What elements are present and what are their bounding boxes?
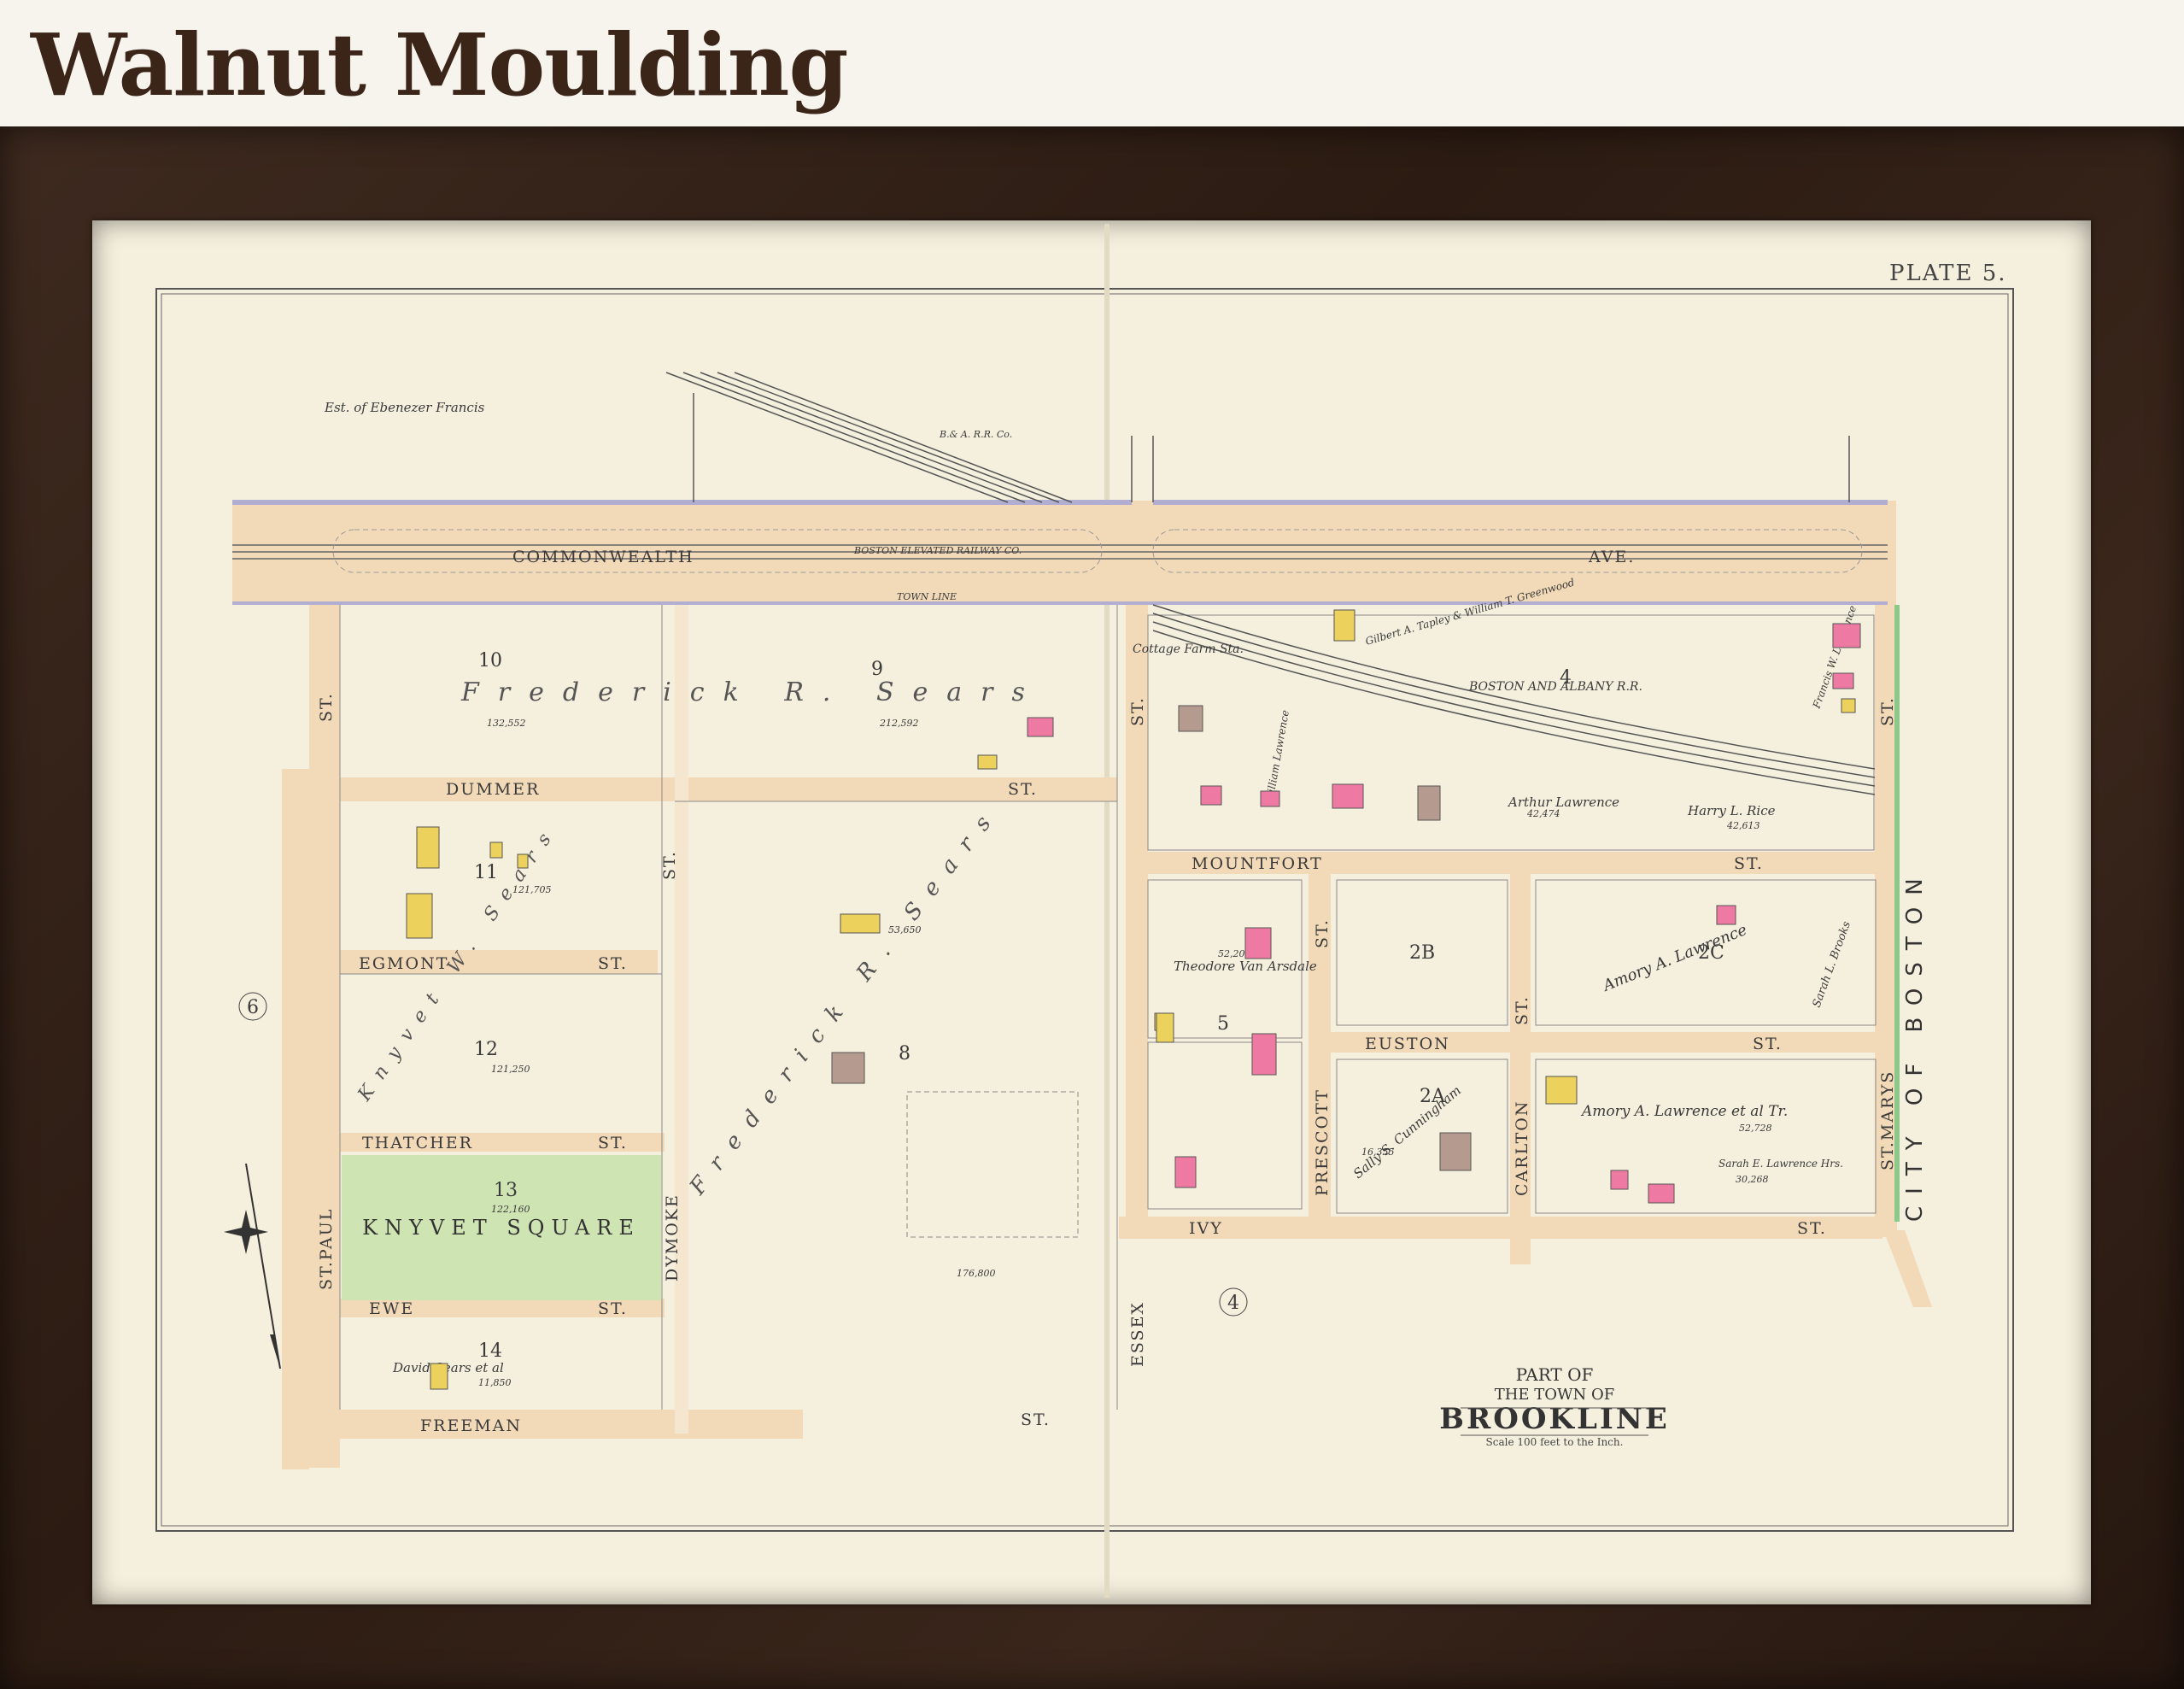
city-of-boston-label: CITY OF BOSTON [1902, 866, 1928, 1222]
owner-francis-lawrence: Francis W. Lawrence [1810, 604, 1859, 711]
dymoke-road [675, 605, 688, 1434]
railroad-tracks-top [665, 372, 1850, 503]
svg-text:14: 14 [478, 1340, 502, 1362]
svg-text:12: 12 [474, 1039, 498, 1060]
brookline-map: COMMONWEALTH AVE. BOSTON ELEVATED RAILWA… [155, 224, 2014, 1598]
svg-text:6: 6 [247, 997, 259, 1018]
st-marys-label: ST.MARYS [1878, 1070, 1897, 1170]
svg-text:10: 10 [478, 650, 502, 671]
svg-text:16,355: 16,355 [1361, 1147, 1395, 1158]
ivy-label: IVY [1189, 1219, 1223, 1238]
svg-text:4: 4 [1560, 667, 1572, 689]
ivy-road [1119, 1217, 1882, 1239]
dymoke-label: DYMOKE [663, 1193, 682, 1281]
svg-text:212,592: 212,592 [879, 718, 919, 729]
svg-text:8: 8 [899, 1043, 910, 1064]
svg-text:176,800: 176,800 [957, 1268, 996, 1279]
svg-text:ST.: ST. [1753, 1035, 1783, 1053]
svg-text:ST.: ST. [1313, 918, 1332, 948]
owner-william-lawrence: William Lawrence [1263, 709, 1291, 803]
owner-sarah-brooks: Sarah L. Brooks [1811, 919, 1853, 1009]
svg-text:121,705: 121,705 [512, 884, 552, 895]
svg-text:ST.: ST. [1734, 854, 1764, 873]
commonwealth-ave-road [232, 501, 1896, 605]
svg-text:PART OF: PART OF [1516, 1364, 1594, 1385]
ave-label: AVE. [1588, 548, 1635, 566]
svg-text:ST.: ST. [317, 692, 336, 722]
mountfort-label: MOUNTFORT [1192, 854, 1323, 873]
svg-text:5: 5 [1217, 1013, 1229, 1035]
svg-text:ST.: ST. [598, 954, 628, 973]
owner-arthur: Arthur Lawrence [1507, 795, 1619, 810]
svg-text:42,474: 42,474 [1526, 808, 1560, 819]
essex-label: ESSEX [1128, 1301, 1147, 1367]
svg-text:122,160: 122,160 [491, 1204, 530, 1215]
svg-text:53,650: 53,650 [888, 924, 922, 935]
freeman-label: FREEMAN [420, 1416, 522, 1435]
owner-ba-rr: B.& A. R.R. Co. [939, 429, 1012, 440]
svg-text:ST.: ST. [1878, 696, 1897, 726]
svg-text:Scale 100 feet to the Inch.: Scale 100 feet to the Inch. [1486, 1436, 1624, 1448]
boston-albany-railroad [1152, 604, 1876, 795]
svg-text:121,250: 121,250 [491, 1064, 530, 1075]
svg-text:ST.: ST. [1008, 780, 1038, 799]
svg-text:ST.: ST. [660, 850, 679, 880]
cottage-farm-label: Cottage Farm Sta. [1133, 642, 1244, 656]
svg-text:13: 13 [494, 1180, 518, 1201]
carlton-road [1510, 863, 1531, 1264]
svg-text:Frederick R. Sears: Frederick R. Sears [684, 799, 1005, 1200]
title-cartouche: PART OF THE TOWN OF BROOKLINE Scale 100 … [1439, 1364, 1670, 1448]
svg-text:2B: 2B [1409, 942, 1435, 964]
prescott-label: PRESCOTT [1313, 1088, 1332, 1196]
owner-theodore: Theodore Van Arsdale [1174, 959, 1317, 974]
boston-albany-label: BOSTON AND ALBANY R.R. [1468, 680, 1642, 694]
svg-text:ST.: ST. [598, 1299, 628, 1318]
owner-amory: Amory A. Lawrence et al Tr. [1580, 1103, 1788, 1120]
owner-sarah: Sarah E. Lawrence Hrs. [1719, 1158, 1843, 1170]
owner-frederick-sears: Frederick R. Sears [460, 677, 1044, 707]
ewe-label: EWE [369, 1299, 414, 1318]
st-paul-road [309, 605, 340, 1468]
svg-text:52,728: 52,728 [1739, 1123, 1772, 1134]
plate-number: PLATE 5. [1889, 261, 2007, 286]
svg-text:42,613: 42,613 [1726, 820, 1760, 831]
owner-amory-lawrence: Amory A. Lawrence [1599, 921, 1749, 995]
euston-label: EUSTON [1365, 1035, 1450, 1053]
svg-text:ST.: ST. [1797, 1219, 1827, 1238]
carlton-label: CARLTON [1513, 1100, 1531, 1196]
svg-text:THE TOWN OF: THE TOWN OF [1495, 1386, 1615, 1404]
svg-text:ST.: ST. [598, 1134, 628, 1152]
svg-text:30,268: 30,268 [1736, 1174, 1769, 1185]
dummer-label: DUMMER [446, 780, 540, 799]
svg-text:132,552: 132,552 [487, 718, 526, 729]
svg-text:11: 11 [474, 862, 498, 883]
town-line-label: TOWN LINE [897, 591, 957, 602]
st-paul-label: ST.PAUL [317, 1208, 336, 1290]
compass-rose-icon [224, 1163, 281, 1369]
commonwealth-label: COMMONWEALTH [512, 548, 694, 566]
freeman-road [282, 1410, 803, 1439]
svg-text:BROOKLINE: BROOKLINE [1439, 1402, 1670, 1436]
thatcher-label: THATCHER [362, 1134, 473, 1152]
owner-harry: Harry L. Rice [1687, 803, 1776, 818]
svg-text:ST.: ST. [1021, 1410, 1051, 1429]
knyvet-square-label: KNYVET SQUARE [362, 1216, 641, 1240]
svg-text:11,850: 11,850 [478, 1377, 512, 1388]
svg-text:4: 4 [1227, 1293, 1239, 1314]
egmont-label: EGMONT [359, 954, 448, 973]
svg-text:ST.: ST. [1128, 696, 1147, 726]
railway-label: BOSTON ELEVATED RAILWAY CO. [853, 545, 1022, 556]
svg-text:ST.: ST. [1513, 995, 1531, 1025]
owner-ebenezer: Est. of Ebenezer Francis [324, 400, 485, 415]
